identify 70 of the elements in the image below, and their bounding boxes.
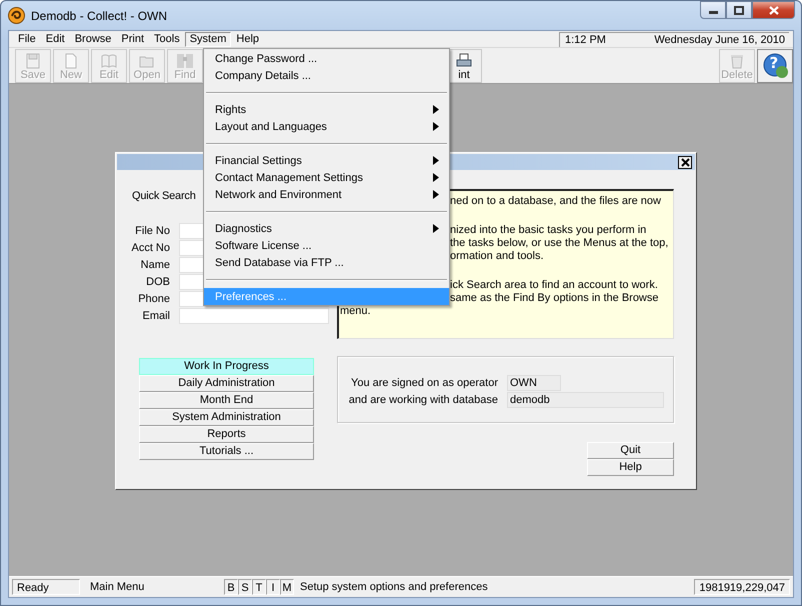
info-text: same as the Find By options in the Browse bbox=[450, 292, 658, 305]
info-text: ned on to a database, and the files are now bbox=[450, 195, 661, 208]
menu-item[interactable]: Browse bbox=[70, 32, 116, 46]
printer-icon bbox=[455, 52, 473, 68]
trash-can-icon bbox=[728, 52, 746, 68]
app-logo-icon bbox=[8, 7, 25, 24]
close-icon bbox=[680, 158, 690, 166]
minimize-button[interactable] bbox=[700, 1, 726, 19]
field-label: Acct No bbox=[131, 241, 170, 256]
nav-button[interactable]: Tutorials ... bbox=[139, 443, 314, 460]
binoculars-icon bbox=[176, 52, 194, 68]
nav-button[interactable]: Daily Administration bbox=[139, 375, 314, 392]
menu-item[interactable]: Print bbox=[116, 32, 150, 46]
status-counter: 1981919,229,047 bbox=[694, 579, 790, 595]
menu-item[interactable]: File bbox=[13, 32, 41, 46]
window-title: Demodb - Collect! - OWN bbox=[31, 8, 168, 22]
close-button[interactable] bbox=[678, 156, 692, 168]
field-label: File No bbox=[135, 224, 170, 239]
status-flag: T bbox=[252, 579, 266, 595]
menu-item[interactable]: Edit bbox=[40, 32, 70, 46]
database-label: and are working with database bbox=[348, 393, 498, 408]
close-icon bbox=[768, 6, 778, 14]
screen-name: Main Menu bbox=[89, 581, 146, 593]
maximize-icon bbox=[734, 6, 744, 14]
date-display: Wednesday June 16, 2010 bbox=[645, 32, 789, 46]
menu-item[interactable]: System bbox=[184, 32, 232, 46]
input-field[interactable] bbox=[179, 308, 329, 324]
menu-item[interactable]: Company Details ... bbox=[204, 67, 449, 84]
info-text: nized into the basic tasks you perform in bbox=[450, 224, 646, 237]
menu-item[interactable]: Help bbox=[231, 32, 264, 46]
menu-item[interactable]: Change Password ... bbox=[204, 50, 449, 67]
help-button[interactable]: Help bbox=[587, 459, 674, 476]
status-flag: S bbox=[238, 579, 252, 595]
book-icon bbox=[100, 52, 118, 68]
status-message: Setup system options and preferences bbox=[300, 581, 489, 593]
section-label: Quick Search bbox=[132, 189, 196, 203]
menu-item[interactable]: Software License ... bbox=[204, 237, 449, 254]
nav-button[interactable]: Work In Progress bbox=[139, 358, 314, 375]
info-text: ick Search area to find an account to work. bbox=[450, 279, 658, 292]
info-text: menu. bbox=[340, 305, 371, 318]
nav-button[interactable]: System Administration bbox=[139, 409, 314, 426]
field-label: Phone bbox=[138, 292, 170, 307]
status-text: Ready bbox=[12, 579, 80, 595]
menu-item[interactable]: Tools bbox=[149, 32, 185, 46]
field-label: Name bbox=[140, 258, 170, 273]
nav-button[interactable]: Month End bbox=[139, 392, 314, 409]
time-display: 1:12 PM bbox=[559, 32, 645, 46]
status-flag: B bbox=[224, 579, 238, 595]
menu-item[interactable]: Network and Environment bbox=[204, 186, 449, 203]
menu-item[interactable]: Diagnostics bbox=[204, 220, 449, 237]
field-label: Email bbox=[142, 309, 170, 324]
nav-button[interactable]: Reports bbox=[139, 426, 314, 443]
status-flag: M bbox=[280, 579, 294, 595]
submenu-arrow-icon bbox=[433, 224, 439, 233]
info-text: the tasks below, or use the Menus at the top, bbox=[450, 237, 668, 250]
info-text: ormation and tools. bbox=[450, 250, 544, 263]
operator-label: You are signed on as operator bbox=[350, 376, 498, 391]
help-icon: ? bbox=[762, 52, 788, 78]
status-flag: I bbox=[266, 579, 280, 595]
operator-value: OWN bbox=[507, 375, 561, 391]
menu-item[interactable]: Rights bbox=[204, 101, 449, 118]
help-button[interactable]: ? bbox=[757, 48, 793, 82]
field-label: DOB bbox=[146, 275, 170, 290]
quit-button[interactable]: Quit bbox=[587, 442, 674, 459]
menu-item[interactable]: Send Database via FTP ... bbox=[204, 254, 449, 271]
maximize-button[interactable] bbox=[726, 1, 752, 19]
menu-item[interactable]: Layout and Languages bbox=[204, 118, 449, 135]
database-value: demodb bbox=[507, 392, 664, 408]
menu-item[interactable]: Contact Management Settings bbox=[204, 169, 449, 186]
menu-item[interactable]: Financial Settings bbox=[204, 152, 449, 169]
